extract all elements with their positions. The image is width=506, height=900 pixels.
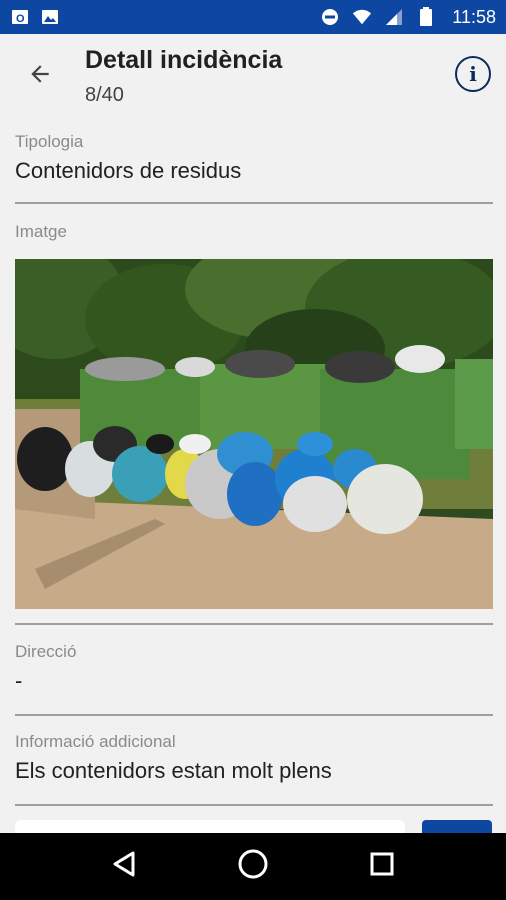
field-label: Imatge (15, 222, 67, 241)
field-label: Direcció (15, 642, 77, 661)
nav-recents-button[interactable] (358, 843, 406, 891)
field-value: Els contenidors estan molt plens (15, 758, 332, 783)
status-clock: 11:58 (452, 6, 496, 27)
divider (15, 714, 493, 716)
status-bar: O 11:58 (0, 0, 506, 34)
back-triangle-icon (111, 850, 137, 883)
arrow-back-icon (27, 61, 53, 92)
info-icon: i (469, 62, 477, 86)
bottom-card[interactable] (15, 820, 405, 833)
field-imatge: Imatge (15, 222, 493, 242)
recents-square-icon (369, 851, 395, 882)
nav-home-button[interactable] (229, 843, 277, 891)
divider (15, 202, 493, 204)
home-circle-icon (237, 848, 269, 885)
info-button[interactable]: i (455, 56, 491, 92)
battery-icon (416, 7, 436, 27)
field-label: Tipologia (15, 132, 84, 151)
signal-icon (384, 7, 404, 27)
field-value: Contenidors de residus (15, 158, 242, 183)
field-value: - (15, 668, 23, 693)
divider (15, 623, 493, 625)
page-counter: 8/40 (85, 84, 124, 106)
back-button[interactable] (20, 56, 60, 96)
divider (15, 804, 493, 806)
outlook-icon: O (10, 7, 30, 27)
field-info: Informació addicional Els contenidors es… (15, 732, 493, 784)
nav-back-button[interactable] (100, 843, 148, 891)
page-title: Detall incidència (85, 46, 283, 74)
svg-text:O: O (16, 13, 25, 25)
wifi-icon (352, 7, 372, 27)
system-nav-bar (0, 833, 506, 900)
incident-detail: Tipologia Contenidors de residus Imatge (0, 118, 506, 833)
do-not-disturb-icon (320, 7, 340, 27)
app-bar: Detall incidència 8/40 i (0, 34, 506, 118)
incident-photo[interactable] (15, 259, 493, 609)
field-label: Informació addicional (15, 732, 176, 751)
gallery-icon (40, 7, 60, 27)
field-direccio: Direcció - (15, 642, 493, 694)
bottom-action-button[interactable] (422, 820, 492, 833)
field-tipologia: Tipologia Contenidors de residus (15, 132, 493, 184)
